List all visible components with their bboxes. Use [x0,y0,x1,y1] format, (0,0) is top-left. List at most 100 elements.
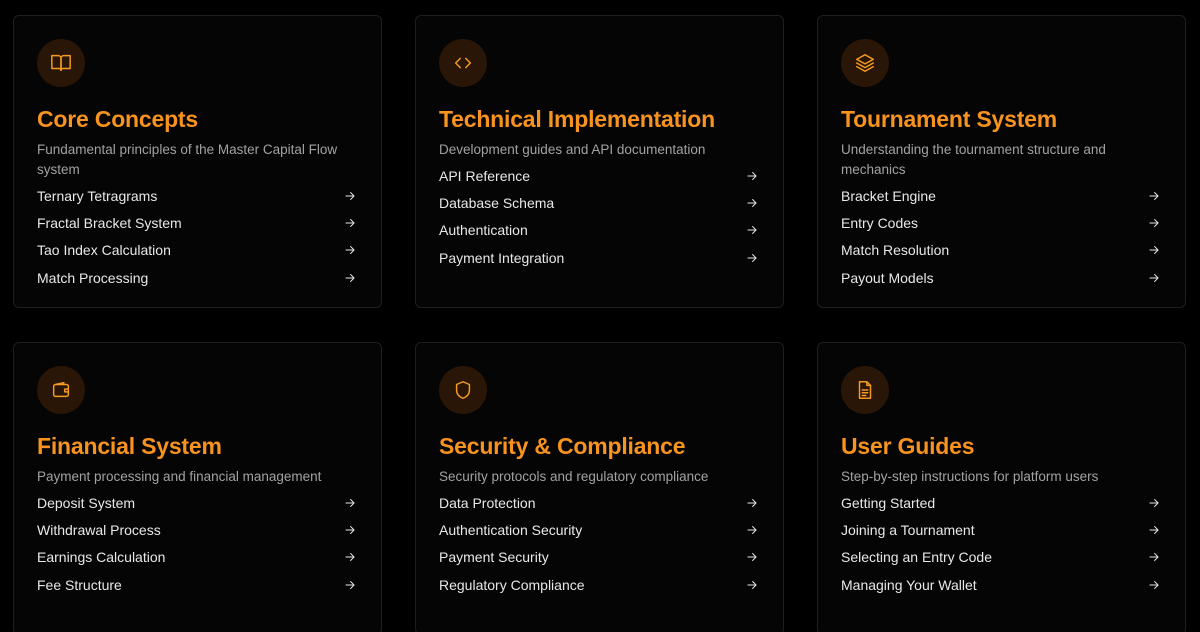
link-tao-index-calculation[interactable]: Tao Index Calculation [37,237,357,264]
link-payout-models[interactable]: Payout Models [841,264,1161,291]
link-match-processing[interactable]: Match Processing [37,264,357,291]
card-title: User Guides [841,433,975,459]
arrow-right-icon [745,196,759,210]
link-label: Bracket Engine [841,187,936,204]
link-label: Authentication Security [439,522,583,539]
arrow-right-icon [343,216,357,230]
arrow-right-icon [745,169,759,183]
arrow-right-icon [1147,271,1161,285]
card-link-list: Deposit System Withdrawal Process Earnin… [37,489,357,599]
link-data-protection[interactable]: Data Protection [439,489,759,516]
link-getting-started[interactable]: Getting Started [841,489,1161,516]
link-label: Joining a Tournament [841,522,975,539]
arrow-right-icon [343,578,357,592]
card-security-compliance: Security & Compliance Security protocols… [415,342,784,632]
link-managing-your-wallet[interactable]: Managing Your Wallet [841,571,1161,598]
card-link-list: Getting Started Joining a Tournament Sel… [841,489,1161,599]
link-label: API Reference [439,167,531,184]
card-financial-system: Financial System Payment processing and … [13,342,382,632]
card-description: Payment processing and financial managem… [37,469,322,484]
arrow-right-icon [1147,496,1161,510]
arrow-right-icon [745,496,759,510]
arrow-right-icon [343,243,357,257]
arrow-right-icon [1147,550,1161,564]
arrow-right-icon [1147,578,1161,592]
link-label: Regulatory Compliance [439,576,585,593]
arrow-right-icon [1147,216,1161,230]
link-label: Match Resolution [841,242,950,259]
document-icon [841,366,889,414]
link-label: Database Schema [439,195,555,212]
link-label: Earnings Calculation [37,549,166,566]
link-label: Managing Your Wallet [841,576,977,593]
card-link-list: Ternary Tetragrams Fractal Bracket Syste… [37,182,357,292]
link-bracket-engine[interactable]: Bracket Engine [841,182,1161,209]
link-fee-structure[interactable]: Fee Structure [37,571,357,598]
link-joining-a-tournament[interactable]: Joining a Tournament [841,516,1161,543]
card-technical-implementation: Technical Implementation Development gui… [415,15,784,308]
card-user-guides: User Guides Step-by-step instructions fo… [817,342,1186,632]
book-icon [37,39,85,87]
card-core-concepts: Core Concepts Fundamental principles of … [13,15,382,308]
arrow-right-icon [745,578,759,592]
link-label: Selecting an Entry Code [841,549,992,566]
card-link-list: Data Protection Authentication Security … [439,489,759,599]
link-label: Entry Codes [841,215,919,232]
shield-icon [439,366,487,414]
link-selecting-an-entry-code[interactable]: Selecting an Entry Code [841,544,1161,571]
card-title: Technical Implementation [439,106,715,132]
link-label: Getting Started [841,494,936,511]
link-label: Fee Structure [37,576,122,593]
arrow-right-icon [343,550,357,564]
link-label: Match Processing [37,269,149,286]
link-match-resolution[interactable]: Match Resolution [841,237,1161,264]
link-api-reference[interactable]: API Reference [439,162,759,189]
link-deposit-system[interactable]: Deposit System [37,489,357,516]
layers-icon [841,39,889,87]
link-label: Deposit System [37,494,136,511]
link-label: Fractal Bracket System [37,215,182,232]
card-description: Fundamental principles of the Master Cap… [37,142,338,177]
card-description: Understanding the tournament structure a… [841,142,1106,177]
card-title: Core Concepts [37,106,198,132]
card-description: Security protocols and regulatory compli… [439,469,709,484]
card-title: Tournament System [841,106,1057,132]
link-label: Payout Models [841,269,934,286]
link-authentication[interactable]: Authentication [439,217,759,244]
link-label: Data Protection [439,494,536,511]
arrow-right-icon [1147,523,1161,537]
arrow-right-icon [343,189,357,203]
link-payment-security[interactable]: Payment Security [439,544,759,571]
docs-card-grid: Core Concepts Fundamental principles of … [0,0,1200,632]
card-title: Financial System [37,433,222,459]
link-label: Withdrawal Process [37,522,161,539]
link-label: Ternary Tetragrams [37,187,158,204]
link-label: Authentication [439,222,528,239]
link-regulatory-compliance[interactable]: Regulatory Compliance [439,571,759,598]
link-payment-integration[interactable]: Payment Integration [439,244,759,271]
link-label: Payment Integration [439,249,565,266]
arrow-right-icon [343,271,357,285]
arrow-right-icon [745,223,759,237]
arrow-right-icon [745,550,759,564]
card-description: Step-by-step instructions for platform u… [841,469,1099,484]
code-icon [439,39,487,87]
wallet-icon [37,366,85,414]
link-database-schema[interactable]: Database Schema [439,189,759,216]
link-label: Tao Index Calculation [37,242,171,259]
link-ternary-tetragrams[interactable]: Ternary Tetragrams [37,182,357,209]
arrow-right-icon [745,523,759,537]
card-title: Security & Compliance [439,433,686,459]
card-tournament-system: Tournament System Understanding the tour… [817,15,1186,308]
link-withdrawal-process[interactable]: Withdrawal Process [37,516,357,543]
arrow-right-icon [343,523,357,537]
link-label: Payment Security [439,549,549,566]
link-earnings-calculation[interactable]: Earnings Calculation [37,544,357,571]
arrow-right-icon [343,496,357,510]
link-authentication-security[interactable]: Authentication Security [439,516,759,543]
card-link-list: API Reference Database Schema Authentica… [439,162,759,272]
link-fractal-bracket-system[interactable]: Fractal Bracket System [37,209,357,236]
card-link-list: Bracket Engine Entry Codes Match Resolut… [841,182,1161,292]
arrow-right-icon [1147,243,1161,257]
link-entry-codes[interactable]: Entry Codes [841,209,1161,236]
